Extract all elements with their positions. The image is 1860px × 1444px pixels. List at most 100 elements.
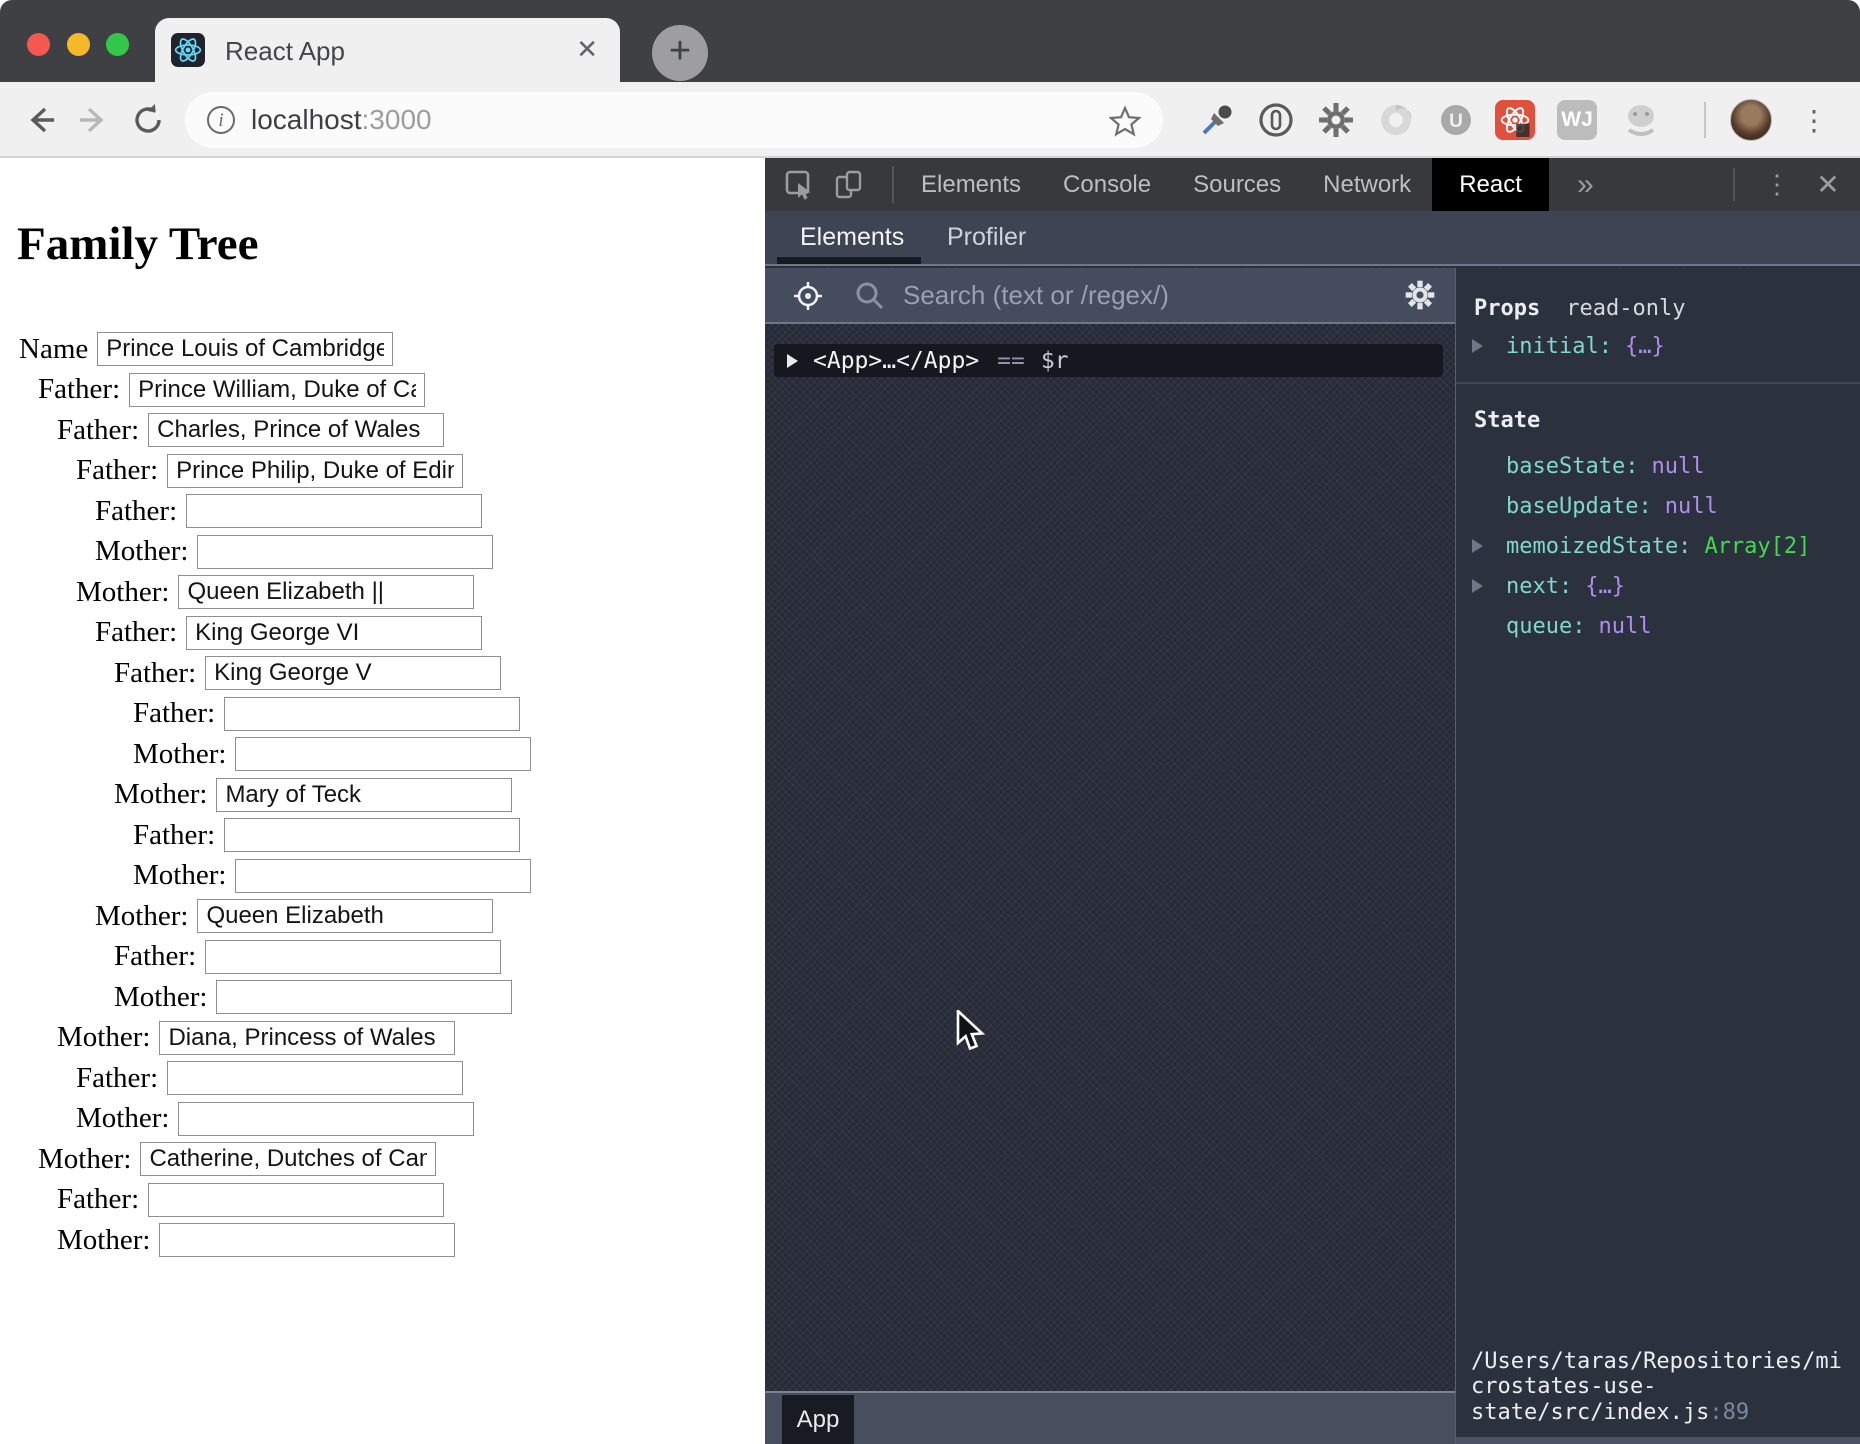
mouse-cursor: [955, 1010, 985, 1059]
props-row-initial[interactable]: initial:{…}: [1456, 326, 1860, 366]
family-row-21: Father:: [0, 1183, 765, 1217]
tab-profiler[interactable]: Profiler: [947, 211, 1026, 264]
family-input-1[interactable]: [129, 373, 425, 407]
family-input-19[interactable]: [178, 1102, 474, 1136]
ember-extension-icon[interactable]: [1618, 82, 1664, 158]
value-label: null: [1651, 454, 1704, 479]
breadcrumb-app-tab[interactable]: App: [782, 1395, 854, 1444]
browser-tab[interactable]: React App ✕: [155, 18, 620, 82]
browser-menu-icon[interactable]: ⋮: [1799, 82, 1829, 158]
react-search-bar: Search (text or /regex/): [765, 268, 1455, 324]
family-row-label: Father:: [95, 616, 177, 649]
family-input-16[interactable]: [216, 980, 512, 1014]
panel-divider: [1456, 382, 1860, 384]
back-button[interactable]: [22, 82, 60, 158]
reload-button[interactable]: [128, 82, 168, 158]
expand-arrow-icon[interactable]: [1472, 339, 1483, 353]
devtools-tab-elements[interactable]: Elements: [900, 158, 1042, 211]
key-label: queue:: [1506, 614, 1585, 639]
family-row-9: Father:: [0, 697, 765, 731]
family-input-22[interactable]: [159, 1223, 455, 1257]
family-input-5[interactable]: [197, 535, 493, 569]
family-input-6[interactable]: [178, 575, 474, 609]
family-input-2[interactable]: [148, 413, 444, 447]
family-row-label: Father:: [95, 495, 177, 528]
key-label: baseUpdate:: [1506, 494, 1652, 519]
window-close-button[interactable]: [27, 33, 50, 56]
devtools-tab-network[interactable]: Network: [1302, 158, 1432, 211]
value-label: {…}: [1625, 334, 1665, 359]
swirl-extension-icon[interactable]: [1374, 82, 1418, 158]
family-input-20[interactable]: [140, 1142, 436, 1176]
devtools-tabs: ElementsConsoleSourcesNetworkReact: [900, 158, 1549, 211]
tree-row-app[interactable]: <App>…</App> == $r: [774, 344, 1443, 377]
family-row-17: Mother:: [0, 1021, 765, 1055]
family-input-3[interactable]: [167, 454, 463, 488]
wj-label: WJ: [1561, 108, 1593, 132]
family-input-12[interactable]: [224, 818, 520, 852]
expand-arrow-icon[interactable]: [1472, 539, 1483, 553]
family-row-10: Mother:: [0, 737, 765, 771]
url-bar[interactable]: i localhost:3000: [185, 92, 1163, 148]
family-input-18[interactable]: [167, 1061, 463, 1095]
devtools-tab-react[interactable]: React: [1432, 158, 1549, 211]
topbar-separator: [892, 166, 894, 203]
component-tree: <App>…</App> == $r: [765, 326, 1455, 1390]
family-input-21[interactable]: [148, 1183, 444, 1217]
page-title: Family Tree: [17, 218, 765, 270]
inspect-target-icon[interactable]: [792, 280, 824, 317]
more-tabs-icon[interactable]: »: [1577, 158, 1594, 211]
react-favicon-icon: [171, 33, 205, 67]
family-input-0[interactable]: [97, 332, 393, 366]
family-input-4[interactable]: [186, 494, 482, 528]
settings-gear-icon[interactable]: [1403, 278, 1437, 317]
key-label: next:: [1506, 574, 1572, 599]
source-path-line: /Users/taras/Repositories/mi: [1471, 1349, 1852, 1375]
family-tree-form: NameFather:Father:Father:Father:Mother:M…: [0, 332, 765, 1257]
devtools-menu-icon[interactable]: ⋮: [1757, 158, 1797, 211]
react-devtools-extension-icon[interactable]: [1492, 82, 1538, 158]
gear-extension-icon[interactable]: [1314, 82, 1358, 158]
family-row-5: Mother:: [0, 535, 765, 569]
window-zoom-button[interactable]: [106, 33, 129, 56]
family-row-12: Father:: [0, 818, 765, 852]
eyedropper-extension-icon[interactable]: [1196, 82, 1238, 158]
family-input-11[interactable]: [216, 778, 512, 812]
state-row-next[interactable]: next:{…}: [1456, 566, 1860, 606]
bookmark-star-icon[interactable]: [1109, 105, 1141, 142]
u-extension-icon[interactable]: U: [1434, 82, 1478, 158]
family-input-14[interactable]: [197, 899, 493, 933]
source-path[interactable]: /Users/taras/Repositories/microstates-us…: [1456, 1341, 1860, 1438]
family-input-9[interactable]: [224, 697, 520, 731]
site-info-icon[interactable]: i: [207, 106, 235, 134]
expand-arrow-icon[interactable]: [787, 354, 798, 368]
family-input-10[interactable]: [235, 737, 531, 771]
new-tab-button[interactable]: +: [652, 25, 708, 81]
window-minimize-button[interactable]: [67, 33, 90, 56]
source-path-line: state/src/index.js:89: [1471, 1400, 1852, 1426]
password-manager-extension-icon[interactable]: [1254, 82, 1298, 158]
devtools-close-icon[interactable]: ✕: [1808, 158, 1848, 211]
family-row-label: Mother:: [114, 981, 207, 1014]
key-label: memoizedState:: [1506, 534, 1691, 559]
state-row-memoizedState[interactable]: memoizedState:Array[2]: [1456, 526, 1860, 566]
forward-button[interactable]: [74, 82, 112, 158]
tab-close-icon[interactable]: ✕: [576, 34, 598, 65]
devtools-tab-sources[interactable]: Sources: [1172, 158, 1302, 211]
state-row-queue: queue:null: [1456, 606, 1860, 646]
wj-extension-icon[interactable]: WJ: [1554, 82, 1600, 158]
devtools-tab-console[interactable]: Console: [1042, 158, 1172, 211]
family-input-15[interactable]: [205, 940, 501, 974]
topbar-separator-2: [1733, 168, 1735, 201]
family-input-8[interactable]: [205, 656, 501, 690]
family-input-13[interactable]: [235, 859, 531, 893]
search-input[interactable]: Search (text or /regex/): [903, 268, 1169, 322]
expand-arrow-icon[interactable]: [1472, 579, 1483, 593]
family-row-label: Father:: [76, 454, 158, 487]
inspect-element-icon[interactable]: [785, 170, 815, 205]
device-toolbar-icon[interactable]: [835, 170, 867, 205]
state-header: State: [1456, 402, 1860, 438]
family-input-7[interactable]: [186, 616, 482, 650]
profile-avatar[interactable]: [1730, 99, 1772, 141]
family-input-17[interactable]: [159, 1021, 455, 1055]
